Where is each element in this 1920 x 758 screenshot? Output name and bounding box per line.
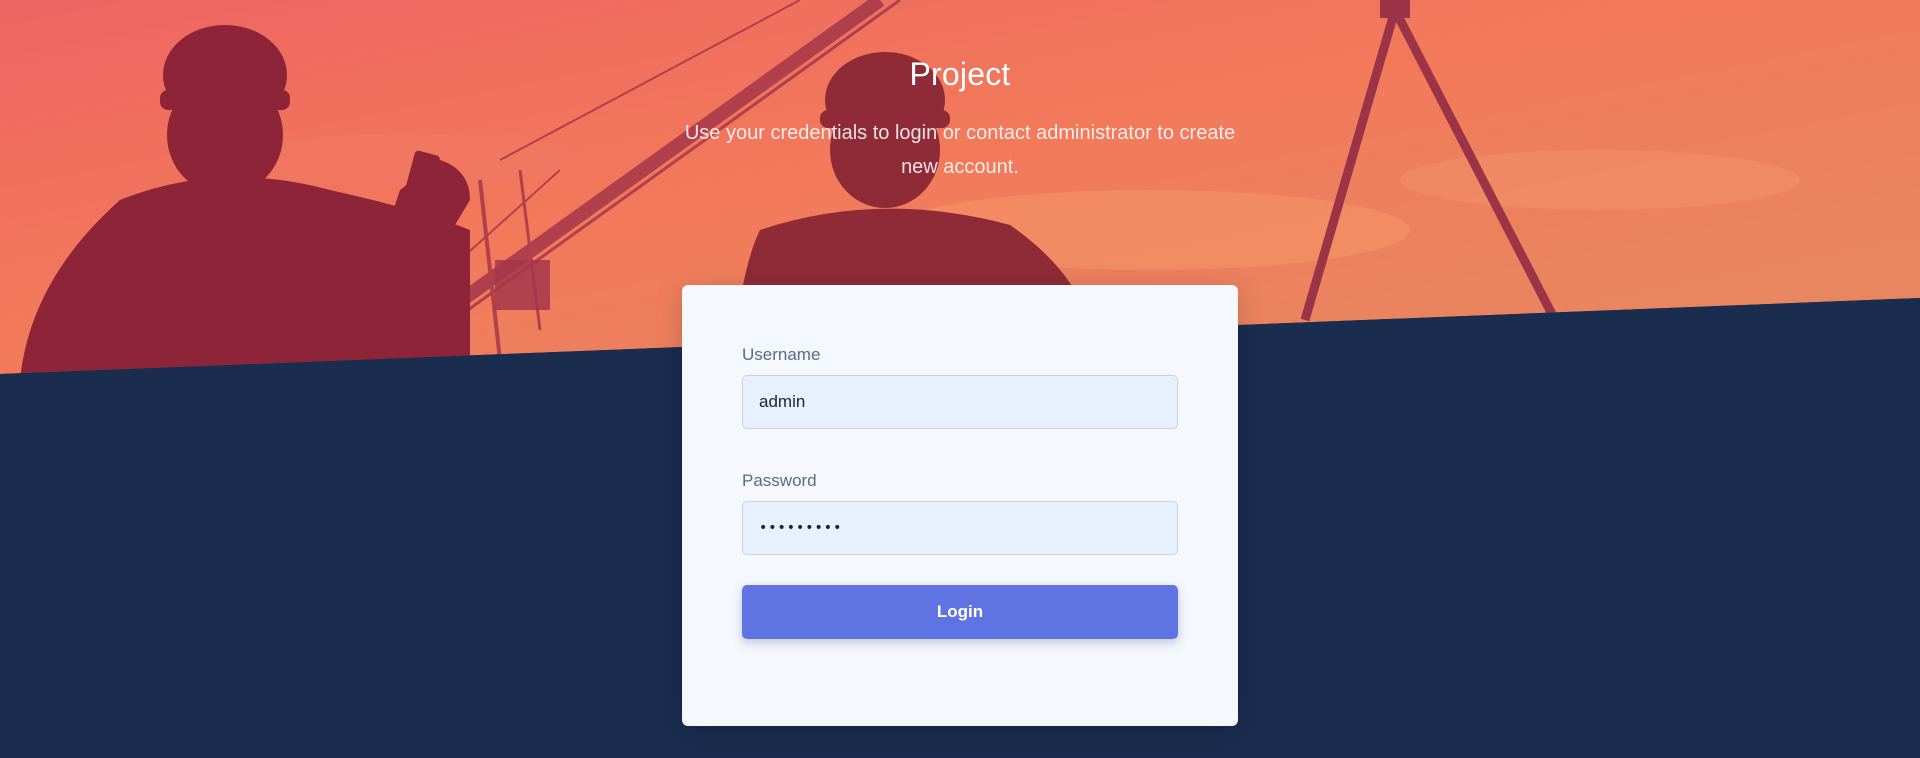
login-form: Username Password Login (742, 345, 1178, 639)
password-field-group: Password (742, 471, 1178, 555)
username-field-group: Username (742, 345, 1178, 429)
username-input[interactable] (742, 375, 1178, 429)
password-input[interactable] (742, 501, 1178, 555)
login-card: Username Password Login (682, 285, 1238, 726)
username-label: Username (742, 345, 821, 364)
login-button[interactable]: Login (742, 585, 1178, 639)
page-subtitle: Use your credentials to login or contact… (684, 122, 1236, 178)
password-label: Password (742, 471, 817, 490)
page-title: Project (909, 56, 1011, 92)
